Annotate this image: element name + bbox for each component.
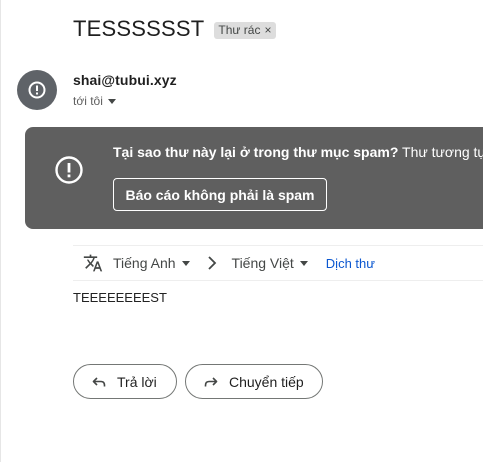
sender-email[interactable]: shai@tubui.xyz (73, 72, 177, 88)
translate-icon (83, 254, 103, 272)
reply-label: Trả lời (117, 373, 157, 390)
label-chip-text: Thư rác (218, 23, 261, 37)
email-view: TESSSSSST Thư rác × shai@tubui.xyz tới t… (0, 0, 483, 462)
spam-explanation-text: Tại sao thư này lại ở trong thư mục spam… (113, 144, 483, 160)
forward-button[interactable]: Chuyển tiếp (185, 364, 323, 399)
source-language-select[interactable]: Tiếng Anh (113, 255, 190, 271)
subject-row: TESSSSSST Thư rác × (73, 14, 277, 44)
remove-label-icon[interactable]: × (264, 23, 271, 37)
reply-button[interactable]: Trả lời (73, 364, 177, 399)
chevron-right-icon (207, 256, 216, 270)
spam-label-chip[interactable]: Thư rác × (214, 21, 277, 39)
message-body: TEEEEEEEEST (73, 290, 167, 305)
chevron-down-icon (299, 260, 308, 266)
forward-label: Chuyển tiếp (229, 373, 304, 390)
target-language-select[interactable]: Tiếng Việt (232, 255, 308, 271)
sender-avatar[interactable] (17, 70, 57, 110)
chevron-down-icon (181, 260, 190, 266)
alert-circle-icon (28, 81, 46, 99)
email-subject: TESSSSSST (73, 16, 205, 41)
spam-explanation: Thư tương tự (398, 144, 483, 160)
recipient-details-toggle[interactable]: tới tôi (73, 94, 116, 108)
report-not-spam-button[interactable]: Báo cáo không phải là spam (113, 178, 327, 211)
alert-circle-icon (55, 156, 83, 184)
target-language-label: Tiếng Việt (231, 255, 294, 271)
translate-message-link[interactable]: Dịch thư (326, 256, 375, 271)
recipient-text: tới tôi (73, 94, 103, 108)
reply-icon (92, 376, 106, 386)
translate-bar: Tiếng Anh Tiếng Việt Dịch thư (73, 245, 483, 281)
spam-question: Tại sao thư này lại ở trong thư mục spam… (113, 144, 399, 160)
source-language-label: Tiếng Anh (113, 255, 176, 271)
forward-icon (204, 376, 218, 386)
chevron-down-icon (107, 98, 116, 104)
spam-warning-banner: Tại sao thư này lại ở trong thư mục spam… (25, 127, 483, 229)
left-divider (0, 0, 1, 462)
